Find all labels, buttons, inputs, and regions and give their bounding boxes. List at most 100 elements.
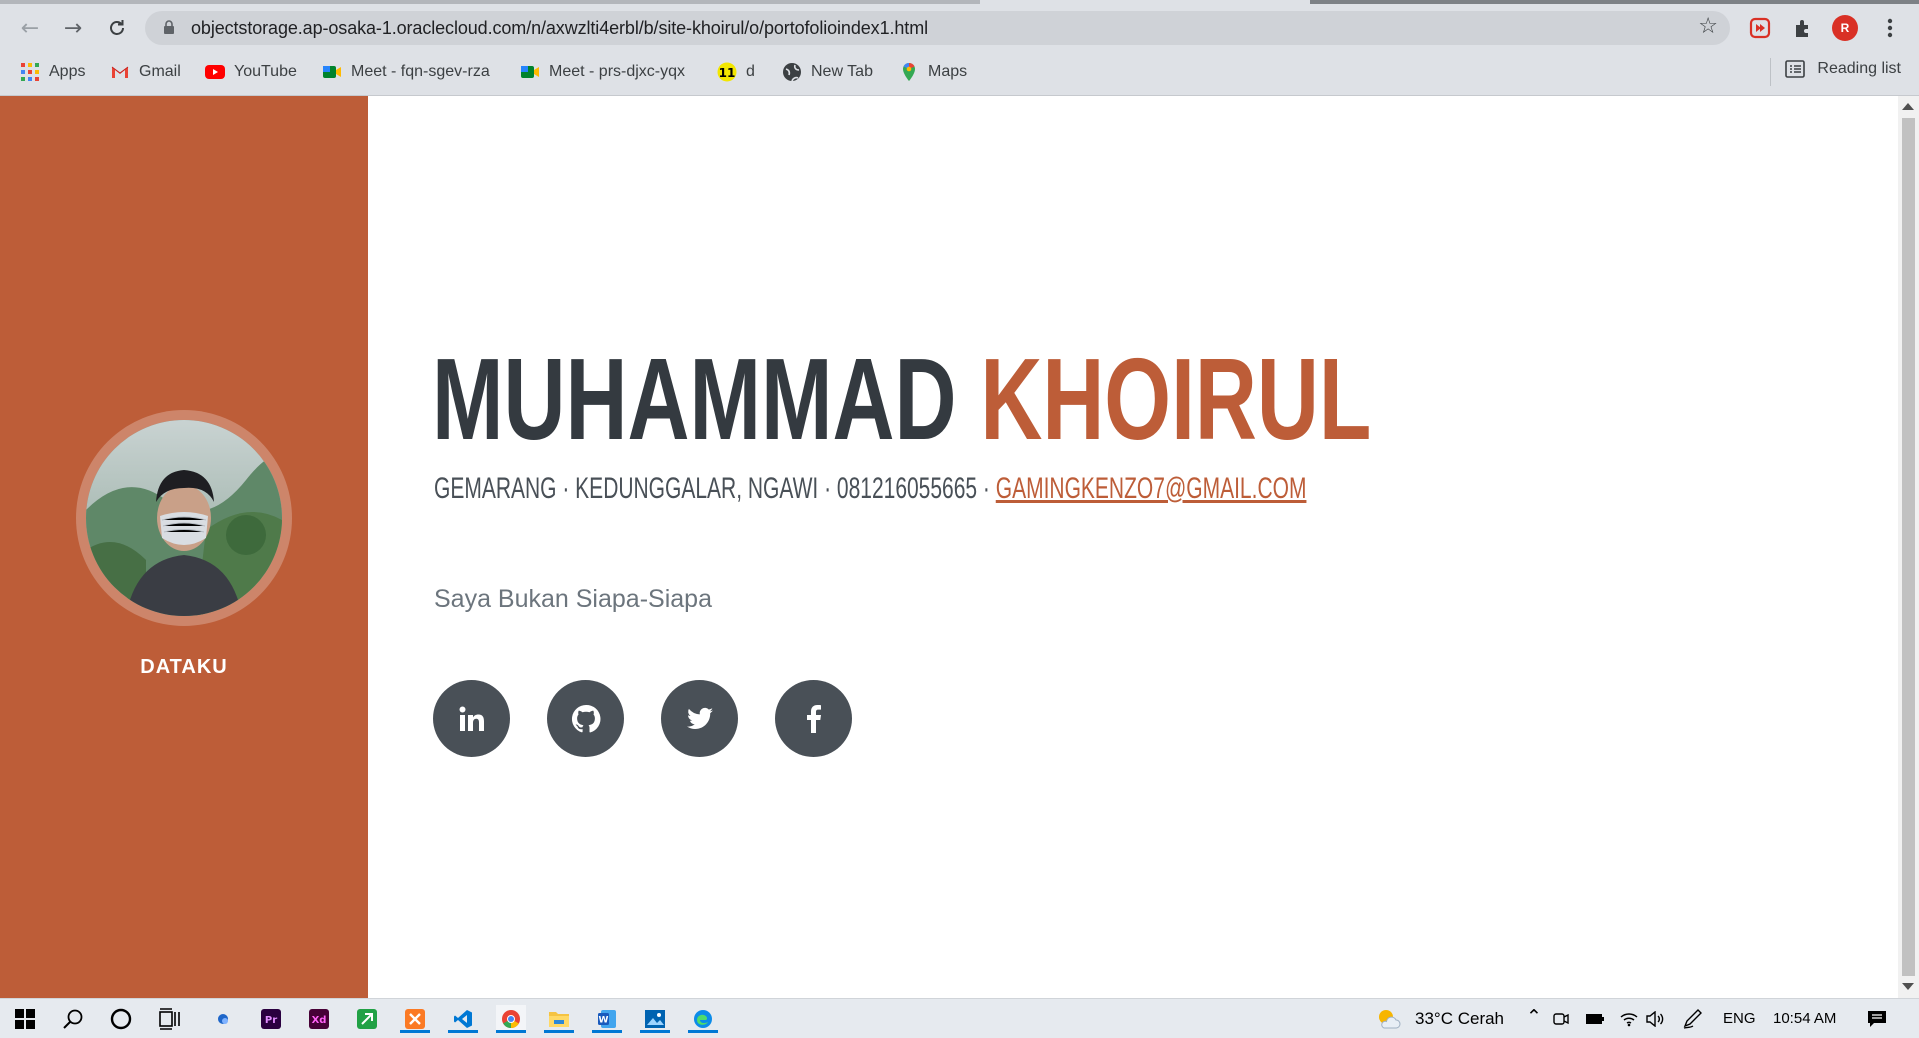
running-indicator [448, 1030, 478, 1033]
contact-info: GEMARANG · KEDUNGGALAR, NGAWI · 08121605… [434, 472, 1306, 506]
green-app-icon[interactable] [352, 1005, 382, 1033]
scroll-up-arrow-icon[interactable] [1902, 103, 1914, 110]
first-name: MUHAMMAD [432, 334, 957, 464]
address-phone: GEMARANG · KEDUNGGALAR, NGAWI · 08121605… [434, 472, 990, 505]
twitter-button[interactable] [661, 680, 738, 757]
menu-kebab-icon[interactable] [1876, 14, 1904, 42]
bookmark-label: YouTube [234, 63, 297, 80]
bookmark-meet-2[interactable]: Meet - prs-djxc-yqx [520, 60, 685, 84]
bookmark-label: Apps [49, 63, 86, 80]
page-scrollbar[interactable] [1898, 96, 1919, 998]
github-button[interactable] [547, 680, 624, 757]
pen-icon[interactable] [1680, 1005, 1706, 1033]
bookmark-label: New Tab [811, 63, 873, 80]
profile-photo [86, 420, 282, 616]
svg-text:Pr: Pr [265, 1015, 277, 1026]
back-arrow-icon[interactable]: ← [16, 14, 44, 42]
svg-text:Xd: Xd [312, 1015, 327, 1026]
globe-icon [783, 63, 801, 82]
bookmark-star-icon[interactable]: ☆ [1698, 14, 1718, 39]
linkedin-button[interactable] [433, 680, 510, 757]
photos-icon[interactable] [640, 1005, 670, 1033]
chrome-icon[interactable] [496, 1005, 526, 1033]
file-explorer-icon[interactable] [544, 1005, 574, 1033]
language-indicator[interactable]: ENG [1723, 1010, 1756, 1027]
running-indicator [496, 1030, 526, 1033]
email-link[interactable]: GAMINGKENZO7@GMAIL.COM [996, 472, 1307, 505]
inactive-tab-edge[interactable] [1310, 0, 1919, 4]
github-icon [571, 704, 600, 732]
sidebar-nav-dataku[interactable]: DATAKU [0, 656, 368, 679]
apps-grid-icon [21, 63, 39, 81]
bookmark-maps[interactable]: Maps [899, 60, 967, 84]
cortana-icon[interactable] [106, 1005, 136, 1033]
chevron-up-icon[interactable]: ⌃ [1526, 1006, 1542, 1028]
bookmark-d[interactable]: 11 d [717, 60, 755, 84]
windows-start-icon[interactable] [10, 1005, 40, 1033]
address-bar[interactable]: objectstorage.ap-osaka-1.oraclecloud.com… [145, 11, 1730, 45]
weather-text[interactable]: 33°C Cerah [1415, 1009, 1504, 1029]
xampp-icon[interactable] [400, 1005, 430, 1033]
edge-icon[interactable] [688, 1005, 718, 1033]
sidebar: DATAKU [0, 96, 368, 998]
volume-icon[interactable] [1644, 1005, 1666, 1033]
notifications-icon[interactable] [1862, 1005, 1892, 1033]
active-tab-edge[interactable] [0, 0, 980, 4]
scroll-thumb[interactable] [1902, 118, 1915, 976]
profile-initial: R [1832, 15, 1858, 41]
extensions-puzzle-icon[interactable] [1789, 14, 1817, 42]
task-view-icon[interactable] [155, 1005, 185, 1033]
facebook-button[interactable] [775, 680, 852, 757]
bookmark-label: Meet - fqn-sgev-rza [351, 63, 490, 80]
running-indicator [640, 1030, 670, 1033]
meet-now-icon[interactable] [1550, 1005, 1572, 1033]
reload-icon[interactable] [103, 14, 131, 42]
url-text[interactable]: objectstorage.ap-osaka-1.oraclecloud.com… [191, 18, 928, 39]
bookmark-new-tab[interactable]: New Tab [782, 60, 873, 84]
tab-strip [0, 0, 1919, 8]
facebook-icon [806, 704, 821, 733]
running-indicator [688, 1030, 718, 1033]
profile-photo-frame [76, 410, 292, 626]
main-content: MUHAMMAD KHOIRUL GEMARANG · KEDUNGGALAR,… [368, 96, 1899, 998]
bookmark-label: Meet - prs-djxc-yqx [549, 63, 686, 80]
bookmark-apps[interactable]: Apps [20, 60, 85, 84]
app-icon[interactable] [208, 1005, 238, 1033]
word-icon[interactable]: W [592, 1005, 622, 1033]
weather-sun-icon[interactable] [1373, 1005, 1403, 1033]
badge-11-icon: 11 [717, 62, 737, 82]
windows-taskbar: Pr Xd W 33°C Cerah ⌃ ENG 10:54 AM [0, 998, 1919, 1038]
clock[interactable]: 10:54 AM [1773, 1010, 1836, 1027]
last-name: KHOIRUL [980, 334, 1372, 464]
scroll-down-arrow-icon[interactable] [1902, 983, 1914, 990]
wifi-icon[interactable] [1618, 1005, 1640, 1033]
extension-icon[interactable] [1746, 14, 1774, 42]
meet-icon [521, 66, 539, 78]
running-indicator [544, 1030, 574, 1033]
lock-icon [164, 20, 174, 34]
premiere-pro-icon[interactable]: Pr [256, 1005, 286, 1033]
battery-icon[interactable] [1584, 1005, 1606, 1033]
gmail-icon [111, 66, 129, 78]
bookmark-youtube[interactable]: YouTube [205, 60, 297, 84]
page-title: MUHAMMAD KHOIRUL [432, 341, 1371, 457]
search-icon[interactable] [58, 1005, 88, 1033]
svg-text:11: 11 [719, 66, 736, 80]
reading-list-button[interactable]: Reading list [1785, 60, 1901, 78]
twitter-icon [686, 707, 713, 729]
bookmark-gmail[interactable]: Gmail [110, 60, 181, 84]
maps-pin-icon [903, 62, 915, 81]
youtube-icon [205, 65, 225, 79]
profile-avatar[interactable]: R [1831, 14, 1859, 42]
bookmark-label: d [746, 63, 755, 80]
bookmarks-divider [1770, 58, 1771, 86]
bookmarks-bar: Apps Gmail YouTube Meet - fqn-sgev-rza M… [0, 48, 1919, 96]
adobe-xd-icon[interactable]: Xd [304, 1005, 334, 1033]
bookmark-label: Maps [928, 63, 968, 80]
bookmark-meet-1[interactable]: Meet - fqn-sgev-rza [322, 60, 490, 84]
browser-toolbar: ← → objectstorage.ap-osaka-1.oraclecloud… [0, 8, 1919, 48]
forward-arrow-icon[interactable]: → [59, 14, 87, 42]
bookmark-label: Gmail [139, 63, 181, 80]
linkedin-icon [459, 706, 484, 731]
vscode-icon[interactable] [448, 1005, 478, 1033]
